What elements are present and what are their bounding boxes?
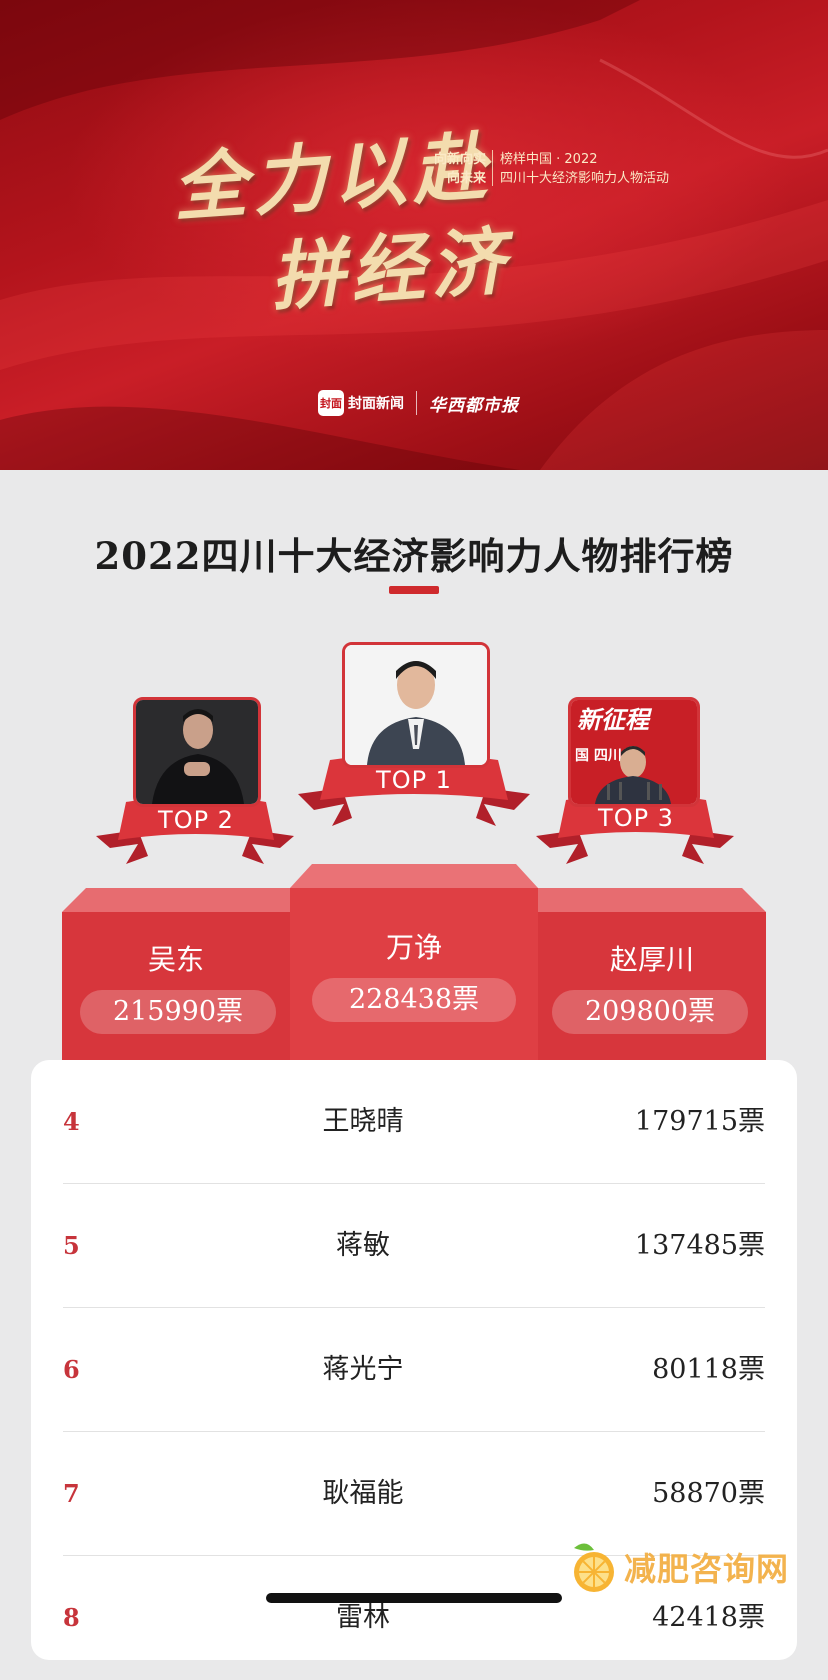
page-title: 2022四川十大经济影响力人物排行榜 (94, 534, 734, 578)
cover-news-logo-text: 封面新闻 (348, 396, 404, 412)
list-votes: 137485票 (634, 1230, 765, 1261)
list-item: 4 王晓晴 179715票 (63, 1060, 765, 1184)
orange-slice-icon (574, 1543, 614, 1592)
list-rank: 6 (63, 1355, 80, 1384)
list-rank: 7 (63, 1479, 80, 1508)
banner-slogan: 向新向实 向未来 (428, 150, 486, 188)
list-name: 蒋敏 (336, 1230, 390, 1261)
header-banner: 全力以赴 拼经济 向新向实 向未来 榜样中国 · 2022 四川十大经济影响力人… (0, 0, 828, 470)
title-underline (389, 586, 439, 594)
list-name: 雷林 (336, 1602, 390, 1633)
cover-news-logo-icon: 封面 (318, 390, 344, 416)
podium-name-top3: 赵厚川 (609, 943, 694, 976)
banner-headline-line2: 拼经济 (267, 218, 514, 322)
list-name: 王晓晴 (322, 1106, 404, 1137)
watermark: 减肥咨询网 (564, 1540, 789, 1594)
podium-name-top2: 吴东 (147, 943, 204, 976)
list-votes: 58870票 (652, 1478, 765, 1509)
podium-votes-top1: 228438票 (312, 978, 516, 1022)
slogan-line1: 向新向实 (433, 152, 486, 167)
rank-label-top3: TOP 3 (597, 804, 674, 832)
ribbon-labels: TOP 1 TOP 2 TOP 3 (157, 766, 674, 834)
list-name: 蒋光宁 (322, 1354, 404, 1385)
list-rank: 8 (63, 1603, 80, 1632)
list-item: 5 蒋敏 137485票 (63, 1184, 765, 1308)
slogan-divider (492, 150, 493, 186)
list-rank: 4 (63, 1107, 80, 1136)
west-china-logo: 华西都市报 (429, 395, 519, 416)
watermark-text: 减肥咨询网 (624, 1550, 790, 1588)
logo-divider (416, 391, 417, 415)
podium-name-top1: 万诤 (385, 931, 442, 964)
list-item: 6 蒋光宁 80118票 (63, 1308, 765, 1432)
event-line2: 四川十大经济影响力人物活动 (500, 171, 670, 186)
rank-label-top2: TOP 2 (157, 806, 234, 834)
list-name: 耿福能 (322, 1478, 404, 1509)
home-indicator[interactable] (266, 1593, 562, 1603)
rank-label-top1: TOP 1 (375, 766, 452, 794)
podium-votes-top3: 209800票 (552, 990, 748, 1034)
sponsor-logos: 封面 封面新闻 华西都市报 (318, 388, 519, 418)
event-line1: 榜样中国 · 2022 (500, 152, 598, 167)
list-rank: 5 (63, 1231, 80, 1260)
slogan-line2: 向未来 (446, 171, 486, 186)
podium-votes-top2: 215990票 (80, 990, 276, 1034)
list-votes: 179715票 (634, 1106, 765, 1137)
list-item: 7 耿福能 58870票 (63, 1432, 765, 1556)
list-votes: 80118票 (652, 1354, 765, 1385)
banner-event: 榜样中国 · 2022 四川十大经济影响力人物活动 (500, 150, 669, 188)
